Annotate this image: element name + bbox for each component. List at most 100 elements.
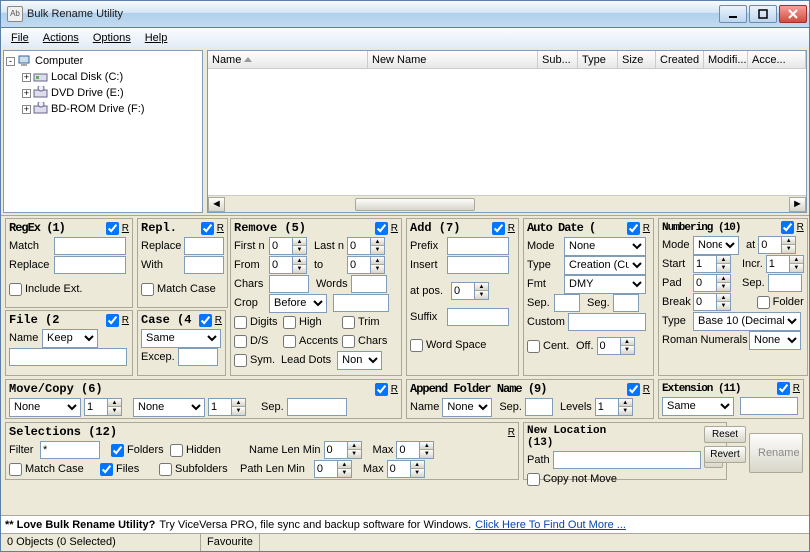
case-reset[interactable]: R [215,315,222,326]
remove-firstn[interactable] [269,237,293,255]
mc-sel1[interactable]: None [9,398,81,417]
autodate-cent[interactable] [527,340,540,353]
numbering-incr[interactable] [766,255,790,273]
add-atpos[interactable] [451,282,475,300]
col-newname[interactable]: New Name [368,51,538,68]
reset-button[interactable]: Reset [704,426,746,443]
revert-button[interactable]: Revert [704,446,746,463]
remove-from[interactable] [269,256,293,274]
sel-path-min[interactable] [314,460,338,478]
af-name[interactable]: None [442,398,492,417]
regex-replace[interactable] [54,256,126,274]
add-insert[interactable] [447,256,509,274]
file-list[interactable]: Name New Name Sub... Type Size Created M… [207,50,807,213]
autodate-enable[interactable] [627,222,640,235]
ext-reset[interactable]: R [793,383,800,394]
sel-subfolders[interactable] [159,463,172,476]
nl-path[interactable] [553,451,701,469]
sel-filter[interactable] [40,441,100,459]
remove-chars-cb[interactable] [342,335,355,348]
menu-options[interactable]: Options [87,30,137,46]
promo-link[interactable]: Click Here To Find Out More ... [475,519,626,531]
sel-path-max[interactable] [387,460,411,478]
sel-name-min[interactable] [324,441,348,459]
autodate-seg[interactable] [613,294,639,312]
mc-sel2[interactable]: None [133,398,205,417]
tree-expander[interactable]: + [22,89,31,98]
case-enable[interactable] [199,314,212,327]
af-levels[interactable] [595,398,619,416]
numbering-enable[interactable] [781,221,794,234]
remove-ds[interactable] [234,335,247,348]
file-reset[interactable]: R [122,315,129,326]
file-enable[interactable] [106,314,119,327]
add-suffix[interactable] [447,308,509,326]
autodate-off[interactable] [597,337,621,355]
remove-leaddots[interactable]: Non [337,351,382,370]
file-name[interactable]: Keep [42,329,98,348]
remove-chars[interactable] [269,275,309,293]
repl-reset[interactable]: R [217,223,224,234]
col-modified[interactable]: Modifi... [704,51,748,68]
add-prefix[interactable] [447,237,509,255]
af-reset[interactable]: R [643,384,650,395]
rename-button[interactable]: Rename [749,433,803,473]
remove-digits[interactable] [234,316,247,329]
regex-enable[interactable] [106,222,119,235]
af-enable[interactable] [627,383,640,396]
repl-enable[interactable] [201,222,214,235]
tree-label[interactable]: BD-ROM Drive (F:) [51,103,145,115]
af-sep[interactable] [525,398,553,416]
sel-reset[interactable]: R [508,427,515,438]
tree-expander[interactable]: + [22,73,31,82]
numbering-roman[interactable]: None [749,331,801,350]
file-list-body[interactable] [208,69,806,195]
numbering-pad[interactable] [693,274,717,292]
autodate-sep[interactable] [554,294,580,312]
menu-help[interactable]: Help [139,30,174,46]
col-sub[interactable]: Sub... [538,51,578,68]
autodate-custom[interactable] [568,313,646,331]
sel-folders[interactable] [111,444,124,457]
ext-select[interactable]: Same [662,397,734,416]
col-type[interactable]: Type [578,51,618,68]
col-created[interactable]: Created [656,51,704,68]
remove-crop[interactable]: Before [269,294,327,313]
movecopy-reset[interactable]: R [391,384,398,395]
autodate-fmt[interactable]: DMY [564,275,646,294]
regex-include-ext[interactable] [9,283,22,296]
autodate-reset[interactable]: R [643,223,650,234]
case-select[interactable]: Same [141,329,221,348]
sel-match-case[interactable] [9,463,22,476]
remove-enable[interactable] [375,222,388,235]
regex-match[interactable] [54,237,126,255]
minimize-button[interactable] [719,5,747,23]
case-excep[interactable] [178,348,218,366]
close-button[interactable] [779,5,807,23]
numbering-mode[interactable]: None [693,236,739,255]
tree-label[interactable]: Local Disk (C:) [51,71,123,83]
tree-label[interactable]: Computer [35,55,83,67]
file-text[interactable] [9,348,127,366]
numbering-sep[interactable] [768,274,802,292]
remove-trim[interactable] [342,316,355,329]
folder-tree[interactable]: -Computer +Local Disk (C:) +DVD Drive (E… [3,50,203,213]
remove-sym[interactable] [234,354,247,367]
horizontal-scrollbar[interactable]: ◄ ► [208,195,806,212]
menu-actions[interactable]: Actions [37,30,85,46]
tree-expander[interactable]: + [22,105,31,114]
remove-high[interactable] [283,316,296,329]
mc-n1[interactable] [84,398,108,416]
remove-accents[interactable] [283,335,296,348]
repl-replace[interactable] [184,237,224,255]
spin-up[interactable]: ▲ [293,238,306,246]
numbering-folder[interactable] [757,296,770,309]
ext-text[interactable] [740,397,798,415]
col-accessed[interactable]: Acce... [748,51,806,68]
tree-expander[interactable]: - [6,57,15,66]
col-name[interactable]: Name [208,51,368,68]
mc-sep[interactable] [287,398,347,416]
movecopy-enable[interactable] [375,383,388,396]
numbering-reset[interactable]: R [797,222,804,233]
regex-reset[interactable]: R [122,223,129,234]
